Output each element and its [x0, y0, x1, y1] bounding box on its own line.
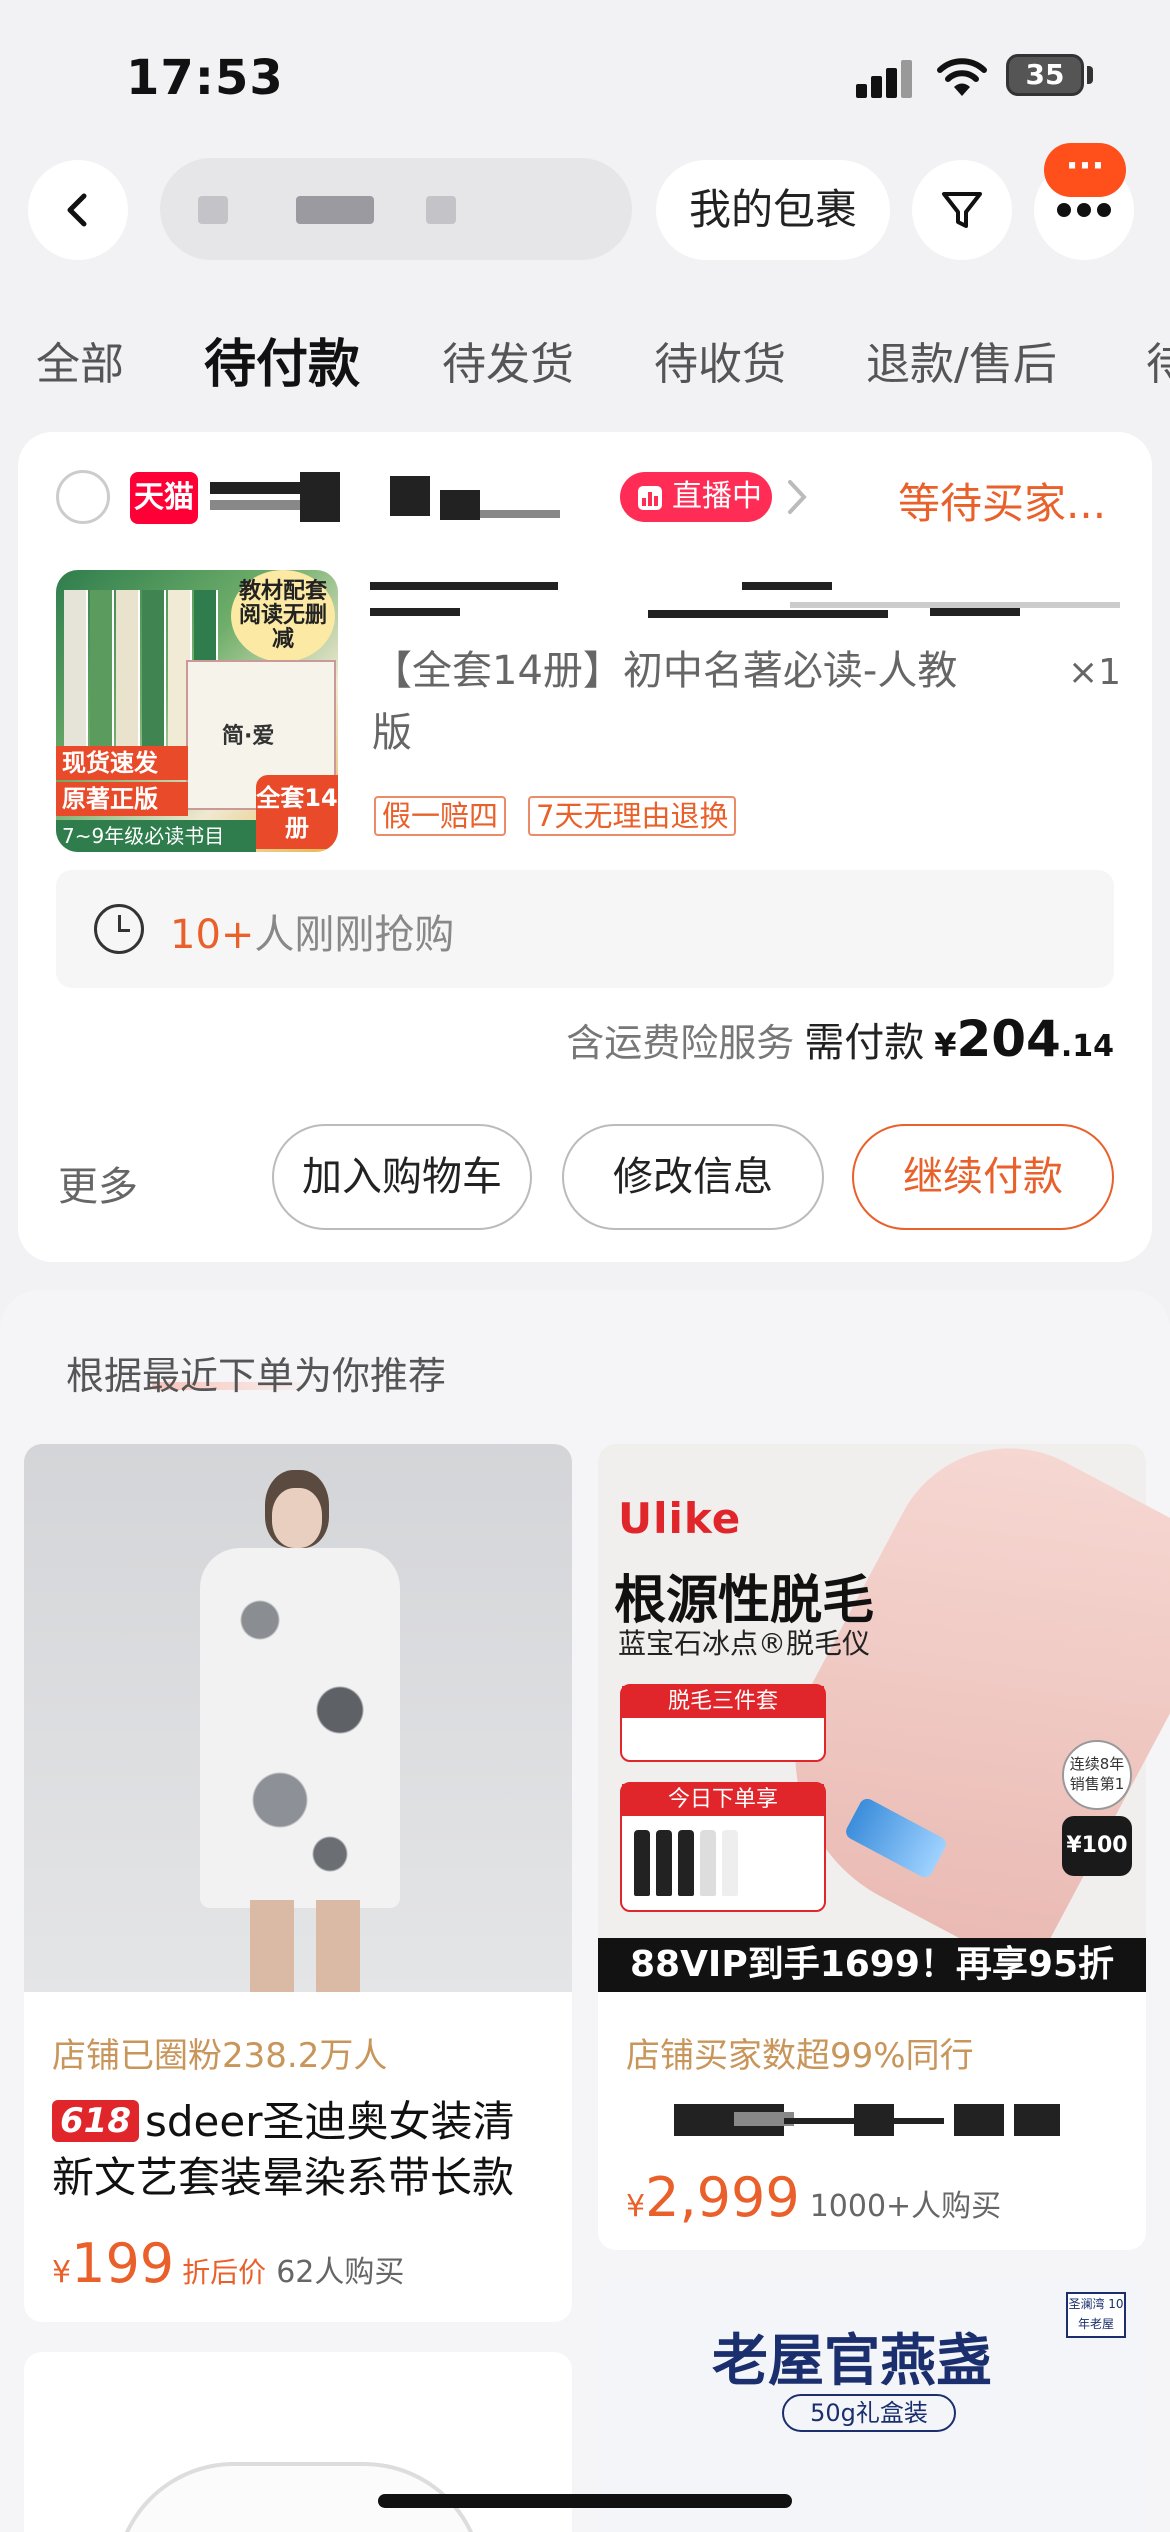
filter-icon	[942, 192, 982, 228]
promo-kit-box: 脱毛三件套	[620, 1684, 826, 1762]
price-integer: 204	[956, 1010, 1061, 1068]
ulike-price: ¥2,999 1000+人购买	[626, 2166, 1001, 2229]
birdnest-brand-badge: 圣澜湾 10年老屋	[1066, 2292, 1126, 2338]
ulike-subline: 蓝宝石冰点®脱毛仪	[618, 1627, 871, 1660]
ulike-price-currency: ¥	[626, 2189, 646, 2224]
more-actions-link[interactable]: 更多	[58, 1154, 138, 1212]
service-tag-7day-return: 7天无理由退换	[528, 796, 737, 836]
vip-coupon-seal: ¥100	[1062, 1816, 1132, 1876]
redacted-text	[426, 196, 456, 224]
ulike-price-value: 2,999	[645, 2166, 800, 2229]
ink-print-dress	[200, 1548, 400, 1908]
shipping-insurance-label: 含运费险服务	[566, 1021, 795, 1065]
chevron-left-icon	[67, 193, 87, 227]
recommendation-title: 根据最近下单为你推荐	[66, 1354, 447, 1398]
dress-sold-count: 62人购买	[276, 2255, 405, 2290]
birdnest-subline: 50g礼盒装	[782, 2394, 956, 2432]
tab-pending-receipt[interactable]: 待收货	[654, 328, 786, 392]
vip-price-banner: 88VIP到手1699！再享95折	[598, 1938, 1146, 1992]
thumb-strip-2: 原著正版	[56, 782, 188, 816]
cellular-signal-icon	[856, 58, 914, 98]
modify-info-button[interactable]: 修改信息	[562, 1124, 824, 1230]
ulike-sold-count: 1000+人购买	[809, 2189, 1002, 2224]
tab-pending-payment[interactable]: 待付款	[204, 322, 360, 397]
dress-price-note: 折后价	[182, 2256, 267, 2289]
product-title-dress[interactable]: 618 sdeer圣迪奥女装清新文艺套装晕染系带长款	[52, 2094, 548, 2206]
shop-buyers-stat: 店铺买家数超99%同行	[626, 2036, 974, 2076]
chevron-right-icon	[788, 480, 807, 514]
product-name-redacted	[370, 578, 1120, 622]
shop-followers: 店铺已圈粉238.2万人	[52, 2036, 388, 2076]
tab-review[interactable]: 待	[1146, 328, 1170, 392]
product-thumbnail[interactable]: 教材配套阅读无删减 简·爱 现货速发 原著正版 7~9年级必读书目 全套14册	[56, 570, 338, 852]
thumb-strip-3: 7~9年级必读书目	[56, 820, 256, 852]
grab-count: 10+	[170, 912, 255, 958]
product-title[interactable]: 【全套14册】初中名著必读-人教版	[372, 640, 992, 764]
product-quantity: ×1	[1068, 652, 1122, 693]
promo-kit-header: 脱毛三件套	[622, 1686, 824, 1718]
model-legs	[250, 1900, 360, 1992]
redacted-text	[198, 196, 228, 224]
book-cover-title: 简·爱	[222, 724, 275, 749]
message-badge[interactable]: ···	[1044, 143, 1126, 197]
dress-price: ¥199 折后价 62人购买	[52, 2232, 404, 2295]
live-streaming-badge[interactable]: 直播中	[620, 472, 772, 522]
price-decimal: .14	[1060, 1029, 1114, 1064]
search-bar[interactable]	[160, 158, 632, 260]
more-dots-icon	[1057, 203, 1111, 217]
ulike-title-redacted	[674, 2104, 1060, 2136]
battery-icon: 35	[1006, 54, 1084, 96]
dress-price-value: 199	[71, 2232, 175, 2295]
shop-name-redacted[interactable]	[210, 472, 570, 524]
618-badge: 618	[52, 2100, 139, 2142]
thumb-strip-1: 现货速发	[56, 746, 188, 780]
redacted-text	[296, 196, 374, 224]
promo-today-header: 今日下单享	[622, 1784, 824, 1816]
order-status: 等待买家...	[898, 479, 1107, 528]
add-to-cart-button[interactable]: 加入购物车	[272, 1124, 532, 1230]
birdnest-headline: 老屋官燕盏	[712, 2329, 992, 2394]
filter-button[interactable]	[912, 160, 1012, 260]
battery-tip	[1087, 66, 1093, 84]
payment-summary: 含运费险服务 需付款 ¥204.14	[566, 1010, 1114, 1068]
back-button[interactable]	[28, 160, 128, 260]
gift-bottles	[634, 1830, 744, 1900]
battery-level: 35	[1025, 58, 1065, 91]
recent-purchase-text: 10+人刚刚抢购	[170, 902, 454, 960]
thumb-tag-top: 教材配套阅读无删减	[231, 570, 335, 662]
dress-price-currency: ¥	[52, 2255, 72, 2290]
tab-refund-after-sale[interactable]: 退款/售后	[866, 328, 1057, 392]
live-label: 直播中	[672, 479, 762, 514]
select-order-radio[interactable]	[56, 470, 110, 524]
need-pay-label: 需付款	[804, 1020, 925, 1066]
continue-payment-button[interactable]: 继续付款	[852, 1124, 1114, 1230]
tab-all[interactable]: 全部	[36, 328, 124, 392]
ulike-logo: Ulike	[618, 1494, 742, 1543]
promo-today-box: 今日下单享	[620, 1782, 826, 1912]
price-currency: ¥	[934, 1026, 957, 1064]
service-tag-fake-compensation: 假一赔四	[374, 796, 507, 836]
clock-icon	[94, 904, 144, 954]
tmall-badge: 天猫	[130, 472, 198, 524]
my-package-button[interactable]: 我的包裹	[656, 160, 890, 260]
status-time: 17:53	[126, 50, 284, 106]
live-bars-icon	[638, 486, 662, 510]
tab-pending-shipment[interactable]: 待发货	[442, 328, 574, 392]
grab-label: 人刚刚抢购	[254, 912, 455, 958]
home-indicator[interactable]	[378, 2494, 792, 2508]
model-face	[272, 1488, 322, 1548]
thumb-tag-bottom: 全套14册	[256, 775, 338, 849]
sales-rank-seal: 连续8年销售第1	[1062, 1740, 1132, 1810]
wifi-icon	[937, 58, 987, 96]
